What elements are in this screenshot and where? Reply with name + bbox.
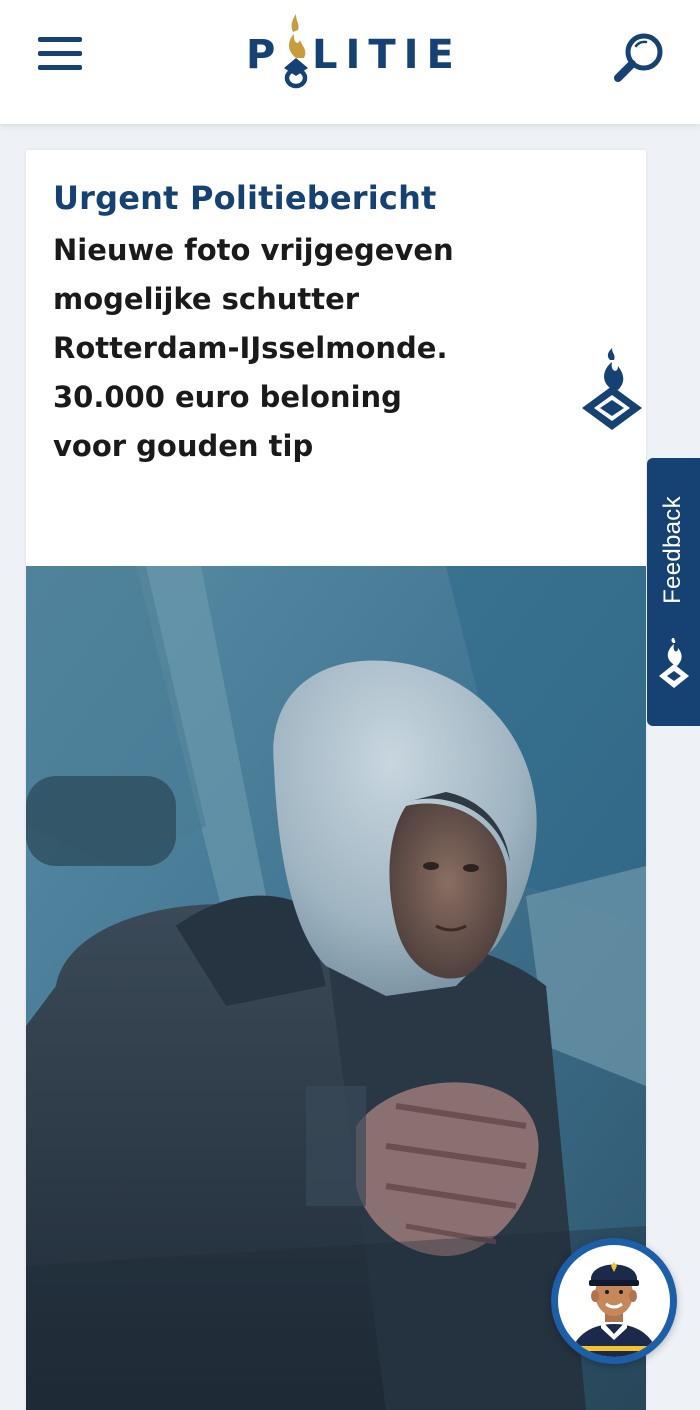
hamburger-menu-icon[interactable] xyxy=(38,36,82,74)
logo-text-start: P xyxy=(246,32,275,78)
card-headline: Nieuwe foto vrijgegeven mogelijke schutt… xyxy=(53,233,454,463)
feedback-tab[interactable]: Feedback xyxy=(647,458,700,726)
politie-flame-emblem-icon xyxy=(578,348,646,440)
search-icon[interactable] xyxy=(612,30,668,86)
logo-text-end: LITIE xyxy=(312,32,460,78)
politie-logo[interactable]: P LITIE xyxy=(246,10,460,90)
logo-flame-icon xyxy=(284,14,308,89)
urgent-message-card[interactable]: Urgent Politiebericht Nieuwe foto vrijge… xyxy=(26,150,646,1410)
feedback-label: Feedback xyxy=(659,496,686,604)
site-header: P LITIE xyxy=(0,0,700,124)
police-officer-avatar-icon[interactable] xyxy=(551,1238,677,1364)
politie-flame-icon xyxy=(657,637,691,694)
card-label: Urgent Politiebericht xyxy=(53,179,437,217)
